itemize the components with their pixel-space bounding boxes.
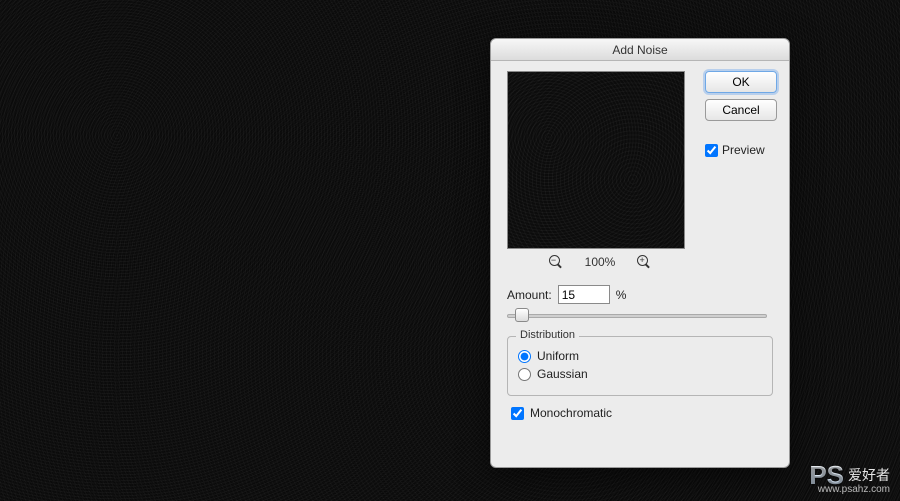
noise-preview[interactable] (507, 71, 685, 249)
monochromatic-label: Monochromatic (530, 406, 612, 420)
amount-row: Amount: % (507, 285, 777, 304)
amount-slider[interactable] (507, 306, 767, 326)
zoom-out-icon[interactable]: − (549, 255, 563, 269)
preview-label: Preview (722, 143, 765, 157)
zoom-level: 100% (585, 255, 616, 269)
dialog-buttons: OK Cancel Preview (705, 71, 777, 157)
gaussian-radio[interactable] (518, 368, 531, 381)
zoom-controls: − 100% + (507, 249, 693, 279)
gaussian-label: Gaussian (537, 367, 588, 381)
amount-input[interactable] (558, 285, 610, 304)
dialog-title: Add Noise (491, 39, 789, 61)
uniform-radio-row[interactable]: Uniform (518, 349, 762, 363)
dialog-body: OK Cancel Preview − 100% + Amount: % Dis… (491, 61, 789, 467)
preview-checkbox-row[interactable]: Preview (705, 143, 777, 157)
slider-thumb[interactable] (515, 308, 529, 322)
distribution-legend: Distribution (516, 329, 579, 341)
slider-track (507, 314, 767, 318)
cancel-button[interactable]: Cancel (705, 99, 777, 121)
amount-unit: % (616, 288, 627, 302)
monochromatic-checkbox[interactable] (511, 407, 524, 420)
monochromatic-row[interactable]: Monochromatic (511, 406, 777, 420)
gaussian-radio-row[interactable]: Gaussian (518, 367, 762, 381)
preview-checkbox[interactable] (705, 144, 718, 157)
ok-button[interactable]: OK (705, 71, 777, 93)
uniform-radio[interactable] (518, 350, 531, 363)
add-noise-dialog: Add Noise OK Cancel Preview − 100% + Amo… (490, 38, 790, 468)
uniform-label: Uniform (537, 349, 579, 363)
zoom-in-icon[interactable]: + (637, 255, 651, 269)
distribution-fieldset: Distribution Uniform Gaussian (507, 336, 773, 396)
amount-label: Amount: (507, 288, 552, 302)
